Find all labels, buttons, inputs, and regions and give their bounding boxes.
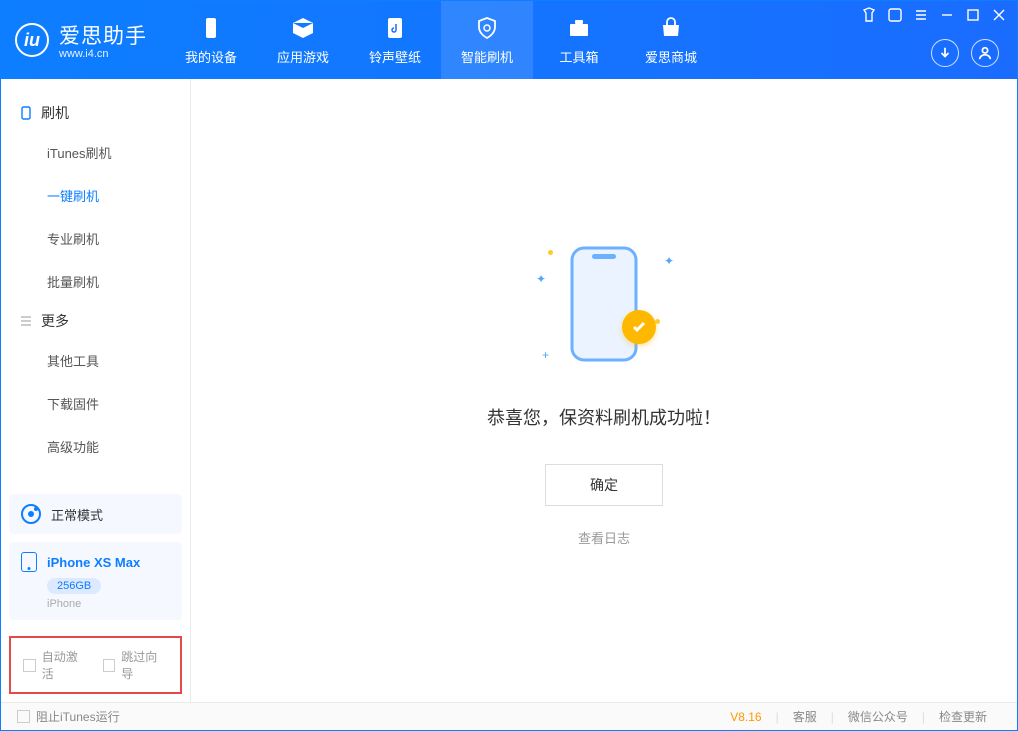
- sidebar-group-more: 更多: [1, 303, 190, 339]
- feedback-icon[interactable]: [887, 7, 903, 23]
- options-box: 自动激活 跳过向导: [9, 636, 182, 694]
- check-update-link[interactable]: 检查更新: [925, 708, 1001, 725]
- device-type: iPhone: [47, 598, 170, 610]
- ok-button[interactable]: 确定: [545, 464, 663, 506]
- mode-icon: [21, 504, 41, 524]
- sidebar-group-title: 更多: [41, 311, 69, 331]
- version-label: V8.16: [730, 710, 775, 724]
- storage-badge: 256GB: [47, 578, 101, 594]
- support-link[interactable]: 客服: [779, 708, 831, 725]
- tab-label: 应用游戏: [277, 47, 329, 66]
- dot-icon: [548, 250, 553, 255]
- maximize-button[interactable]: [965, 7, 981, 23]
- nav-tabs: 我的设备 应用游戏 铃声壁纸 智能刷机 工具箱 爱思商城: [165, 1, 717, 79]
- logo-icon: iu: [15, 23, 49, 57]
- checkbox-auto-activate[interactable]: 自动激活: [23, 648, 89, 682]
- dot-icon: [655, 319, 660, 324]
- minimize-button[interactable]: [939, 7, 955, 23]
- checkbox-label: 自动激活: [42, 648, 89, 682]
- device-card[interactable]: iPhone XS Max 256GB iPhone: [9, 542, 182, 620]
- footer: 阻止iTunes运行 V8.16 | 客服 | 微信公众号 | 检查更新: [1, 702, 1017, 730]
- tab-toolbox[interactable]: 工具箱: [533, 1, 625, 79]
- music-file-icon: [382, 15, 408, 41]
- mode-card[interactable]: 正常模式: [9, 494, 182, 534]
- sidebar-group-title: 刷机: [41, 103, 69, 123]
- checkbox-icon: [17, 710, 30, 723]
- phone-outline-icon: [564, 244, 644, 364]
- skin-icon[interactable]: [861, 7, 877, 23]
- logo: iu 爱思助手 www.i4.cn: [1, 1, 165, 79]
- device-small-icon: [19, 106, 33, 120]
- mode-label: 正常模式: [51, 505, 103, 524]
- tab-my-device[interactable]: 我的设备: [165, 1, 257, 79]
- view-log-link[interactable]: 查看日志: [578, 528, 630, 547]
- header: iu 爱思助手 www.i4.cn 我的设备 应用游戏 铃声壁纸 智能刷机: [1, 1, 1017, 79]
- tab-label: 我的设备: [185, 47, 237, 66]
- tab-label: 工具箱: [559, 47, 598, 66]
- checkbox-icon: [103, 659, 116, 672]
- menu-icon[interactable]: [913, 7, 929, 23]
- sidebar-item-oneclick-flash[interactable]: 一键刷机: [1, 174, 190, 217]
- cube-icon: [290, 15, 316, 41]
- app-window: iu 爱思助手 www.i4.cn 我的设备 应用游戏 铃声壁纸 智能刷机: [0, 0, 1018, 731]
- tab-label: 爱思商城: [645, 47, 697, 66]
- checkbox-skip-guide[interactable]: 跳过向导: [103, 648, 169, 682]
- tab-label: 智能刷机: [461, 47, 513, 66]
- success-illustration: ✦ ✦ +: [534, 234, 674, 374]
- device-icon: [21, 552, 37, 572]
- sidebar-scroll: 刷机 iTunes刷机 一键刷机 专业刷机 批量刷机 更多 其他工具 下载固件 …: [1, 79, 190, 486]
- window-controls: [861, 7, 1007, 23]
- logo-title-cn: 爱思助手: [59, 20, 147, 50]
- logo-text: 爱思助手 www.i4.cn: [59, 20, 147, 60]
- sidebar-item-batch-flash[interactable]: 批量刷机: [1, 260, 190, 303]
- sidebar-item-itunes-flash[interactable]: iTunes刷机: [1, 131, 190, 174]
- store-icon: [658, 15, 684, 41]
- sparkle-icon: ✦: [664, 254, 674, 268]
- sidebar: 刷机 iTunes刷机 一键刷机 专业刷机 批量刷机 更多 其他工具 下载固件 …: [1, 79, 191, 702]
- profile-button[interactable]: [971, 39, 999, 67]
- tab-apps[interactable]: 应用游戏: [257, 1, 349, 79]
- sidebar-group-flash: 刷机: [1, 95, 190, 131]
- header-action-circles: [931, 39, 999, 67]
- logo-title-en: www.i4.cn: [59, 48, 147, 60]
- checkbox-icon: [23, 659, 36, 672]
- success-title: 恭喜您，保资料刷机成功啦！: [487, 404, 721, 430]
- sidebar-bottom: 正常模式 iPhone XS Max 256GB iPhone: [1, 486, 190, 636]
- checkbox-label: 跳过向导: [121, 648, 168, 682]
- tab-flash[interactable]: 智能刷机: [441, 1, 533, 79]
- phone-icon: [198, 15, 224, 41]
- download-button[interactable]: [931, 39, 959, 67]
- shield-sync-icon: [474, 15, 500, 41]
- sidebar-item-advanced[interactable]: 高级功能: [1, 425, 190, 468]
- check-badge-icon: [622, 310, 656, 344]
- tab-label: 铃声壁纸: [369, 47, 421, 66]
- sparkle-icon: ✦: [536, 272, 546, 286]
- sidebar-item-download-firmware[interactable]: 下载固件: [1, 382, 190, 425]
- tab-store[interactable]: 爱思商城: [625, 1, 717, 79]
- wechat-link[interactable]: 微信公众号: [834, 708, 922, 725]
- device-name: iPhone XS Max: [47, 555, 140, 570]
- sparkle-icon: +: [542, 348, 549, 362]
- checkbox-label: 阻止iTunes运行: [36, 708, 120, 725]
- checkbox-block-itunes[interactable]: 阻止iTunes运行: [17, 708, 120, 725]
- toolbox-icon: [566, 15, 592, 41]
- sidebar-item-pro-flash[interactable]: 专业刷机: [1, 217, 190, 260]
- close-button[interactable]: [991, 7, 1007, 23]
- tab-ringtone[interactable]: 铃声壁纸: [349, 1, 441, 79]
- sidebar-item-other-tools[interactable]: 其他工具: [1, 339, 190, 382]
- list-icon: [19, 314, 33, 328]
- body: 刷机 iTunes刷机 一键刷机 专业刷机 批量刷机 更多 其他工具 下载固件 …: [1, 79, 1017, 702]
- main-content: ✦ ✦ + 恭喜您，保资料刷机成功啦！ 确定 查看日志: [191, 79, 1017, 702]
